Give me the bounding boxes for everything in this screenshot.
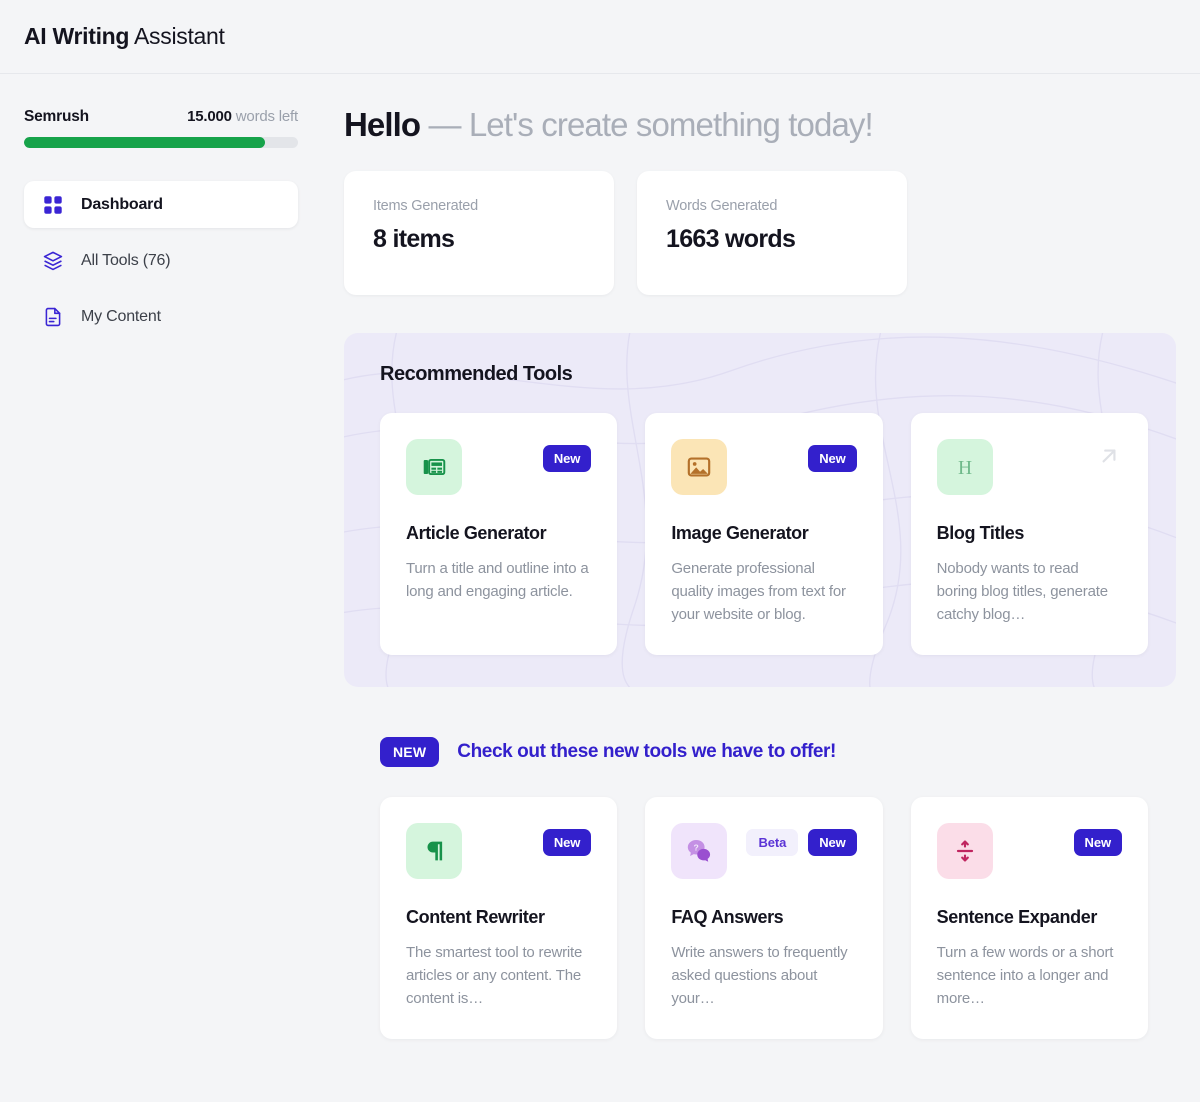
expand-vertical-icon <box>936 823 993 879</box>
page-title: Hello — Let's create something today! <box>344 106 1176 144</box>
card-badges: New <box>1073 823 1122 856</box>
new-tools-banner: NEW Check out these new tools we have to… <box>380 737 1176 767</box>
quota-row: Semrush 15.000 words left <box>24 108 298 126</box>
chat-question-icon: ? <box>671 823 728 879</box>
stat-value: 8 items <box>373 225 455 253</box>
quota-status: 15.000 words left <box>187 108 298 125</box>
tool-card-description: Turn a title and outline into a long and… <box>406 560 589 601</box>
tool-card-header: New <box>406 823 592 879</box>
tool-card-description: The smartest tool to rewrite articles or… <box>406 944 583 1008</box>
sidebar-nav: Dashboard All Tools (76) My Content <box>24 181 298 340</box>
tool-card-title: Content Rewriter <box>406 907 545 927</box>
tool-card-description: Generate professional quality images fro… <box>671 560 846 624</box>
tool-card-description: Write answers to frequently asked questi… <box>671 944 848 1008</box>
tool-card[interactable]: New Article Generator Turn a title and out… <box>380 413 618 655</box>
stat-card: Words Generated 1663 words <box>637 171 907 295</box>
image-icon <box>671 439 728 495</box>
tool-card-description: Turn a few words or a short sentence int… <box>936 944 1114 1008</box>
heading-icon: H <box>936 439 993 495</box>
recommended-tools-cards: New Article Generator Turn a title and out… <box>380 413 1148 655</box>
tool-card[interactable]: ? Beta New FAQ Answers Write answers to freq… <box>645 797 883 1039</box>
tool-card-header: New <box>936 823 1122 879</box>
tool-card-title: Blog Titles <box>936 523 1025 543</box>
stat-label: Words Generated <box>666 198 778 214</box>
beta-badge: Beta <box>746 829 799 856</box>
tool-card-title: FAQ Answers <box>671 907 784 927</box>
stat-card: Items Generated 8 items <box>344 171 614 295</box>
layers-icon <box>42 250 64 272</box>
main-content: Hello — Let's create something today! It… <box>318 74 1200 1102</box>
greeting-name: Hello <box>344 106 421 143</box>
app-body: Semrush 15.000 words left Dashboard All T… <box>0 74 1200 1102</box>
quota-progress-track <box>24 137 298 148</box>
sidebar-item-label: All Tools (76) <box>81 251 171 269</box>
new-badge: New <box>1073 829 1122 856</box>
svg-text:?: ? <box>694 843 699 853</box>
sidebar-item-my-content[interactable]: My Content <box>24 293 298 340</box>
tool-card-header: New <box>671 439 857 495</box>
new-badge: New <box>542 445 592 472</box>
tool-card-header: ? Beta New <box>671 823 857 879</box>
newspaper-icon <box>406 439 462 495</box>
new-badge: New <box>808 445 857 472</box>
quota-progress-fill <box>24 137 266 148</box>
stat-label: Items Generated <box>373 198 478 214</box>
document-icon <box>42 306 64 328</box>
new-badge: New <box>542 829 592 856</box>
external-link-arrow-icon[interactable] <box>1096 439 1122 474</box>
tool-card-description: Nobody wants to read boring blog titles,… <box>936 560 1108 624</box>
sidebar-item-dashboard[interactable]: Dashboard <box>24 181 298 228</box>
tool-card-title: Image Generator <box>671 523 809 543</box>
sidebar-item-label: Dashboard <box>81 195 163 213</box>
new-tools-banner-text: Check out these new tools we have to off… <box>457 741 836 762</box>
svg-text:H: H <box>958 458 972 479</box>
app-title: AI Writing Assistant <box>24 23 225 50</box>
new-badge: NEW <box>380 737 440 767</box>
stats-row: Items Generated 8 items Words Generated 166… <box>344 171 1176 295</box>
sidebar: Semrush 15.000 words left Dashboard All T… <box>0 74 318 1102</box>
tool-card-header: New <box>406 439 592 495</box>
tool-card[interactable]: H Blog Titles Nobody wants to read boring … <box>910 413 1148 655</box>
sidebar-item-label: My Content <box>81 307 161 325</box>
tool-card-title: Sentence Expander <box>936 907 1098 927</box>
card-badges: New <box>542 439 592 472</box>
tool-card[interactable]: New Sentence Expander Turn a few words or … <box>910 797 1148 1039</box>
new-badge: New <box>808 829 857 856</box>
app-title-bold: AI Writing <box>24 23 130 49</box>
stat-value: 1663 words <box>666 225 796 253</box>
card-badges: New <box>808 439 857 472</box>
tool-card[interactable]: New Content Rewriter The smartest tool to … <box>380 797 618 1039</box>
app-header: AI Writing Assistant <box>0 0 1200 74</box>
card-badges: Beta New <box>746 823 857 856</box>
sidebar-item-all-tools-76[interactable]: All Tools (76) <box>24 237 298 284</box>
tool-card[interactable]: New Image Generator Generate professional … <box>645 413 883 655</box>
greeting-message: — Let's create something today! <box>420 106 873 143</box>
tool-card-header: H <box>936 439 1122 495</box>
card-badges: New <box>542 823 592 856</box>
tool-card-title: Article Generator <box>406 523 547 543</box>
new-tools-cards: New Content Rewriter The smartest tool to … <box>344 797 1176 1039</box>
recommended-tools-panel: Recommended Tools New Article Generator Tu… <box>344 333 1176 687</box>
quota-suffix: words left <box>231 108 298 125</box>
quota-brand: Semrush <box>24 108 89 125</box>
quota-widget: Semrush 15.000 words left <box>24 108 298 148</box>
quota-amount: 15.000 <box>187 108 232 125</box>
recommended-tools-title: Recommended Tools <box>380 363 573 385</box>
app-title-normal: Assistant <box>129 23 225 49</box>
pilcrow-icon <box>406 823 462 879</box>
grid-icon <box>42 194 64 216</box>
